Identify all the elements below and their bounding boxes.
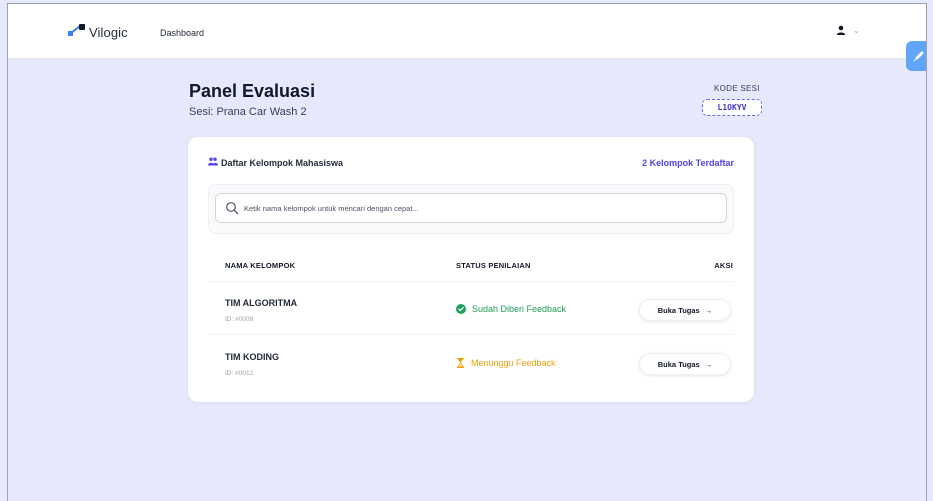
app-window: Vilogic Dashboard ⌄ Panel Evaluasi Sesi:… [7,3,927,501]
group-name: TIM KODING [225,352,279,362]
table-row: TIM KODING ID: #0012 Menunggu Feedback B… [188,339,754,389]
table-row: TIM ALGORITMA ID: #0009 Sudah Diberi Fee… [188,285,754,335]
chevron-down-icon: ⌄ [853,25,860,35]
user-menu[interactable]: ⌄ [836,25,860,35]
arrow-right-icon: → [704,359,713,369]
logo-mark-icon [68,24,88,40]
open-task-label: Buka Tugas [657,359,700,369]
status-text: Sudah Diberi Feedback [472,304,567,314]
search-input[interactable] [244,198,704,218]
brand-name: Vilogic [89,24,128,40]
group-id: ID: #0009 [225,316,254,323]
nav-link-dashboard[interactable]: Dashboard [160,28,204,38]
hourglass-icon [456,358,465,368]
page-subtitle: Sesi: Prana Car Wash 2 [189,106,307,118]
status-badge: Menunggu Feedback [456,358,556,368]
open-task-button[interactable]: Buka Tugas → [639,353,731,375]
brand-logo[interactable]: Vilogic [68,24,128,40]
group-count: 2 Kelompok Terdaftar [642,158,734,168]
top-navbar: Vilogic Dashboard ⌄ [8,4,926,59]
arrow-right-icon: → [704,305,713,315]
search-box[interactable] [215,193,727,223]
users-icon [208,157,218,166]
check-circle-icon [456,304,466,314]
open-task-label: Buka Tugas [657,305,700,315]
status-badge: Sudah Diberi Feedback [456,304,566,314]
session-code-badge[interactable]: L1OKYV [702,99,762,116]
column-header-status: STATUS PENILAIAN [456,261,531,270]
table-divider [208,281,734,282]
page-title: Panel Evaluasi [189,81,316,101]
card-title: Daftar Kelompok Mahasiswa [221,158,344,168]
table-divider [208,334,734,335]
search-icon [226,202,239,215]
session-code-label: KODE SESI [714,84,760,93]
column-header-name: NAMA KELOMPOK [225,261,296,270]
group-id: ID: #0012 [225,370,254,377]
search-container [208,184,734,234]
column-header-action: AKSI [714,261,733,270]
status-text: Menunggu Feedback [471,358,556,368]
user-icon [836,25,846,35]
group-name: TIM ALGORITMA [225,298,298,308]
group-list-card: Daftar Kelompok Mahasiswa 2 Kelompok Ter… [188,137,754,402]
side-panel-toggle[interactable] [906,41,926,71]
pencil-icon [913,51,924,62]
open-task-button[interactable]: Buka Tugas → [639,299,731,321]
